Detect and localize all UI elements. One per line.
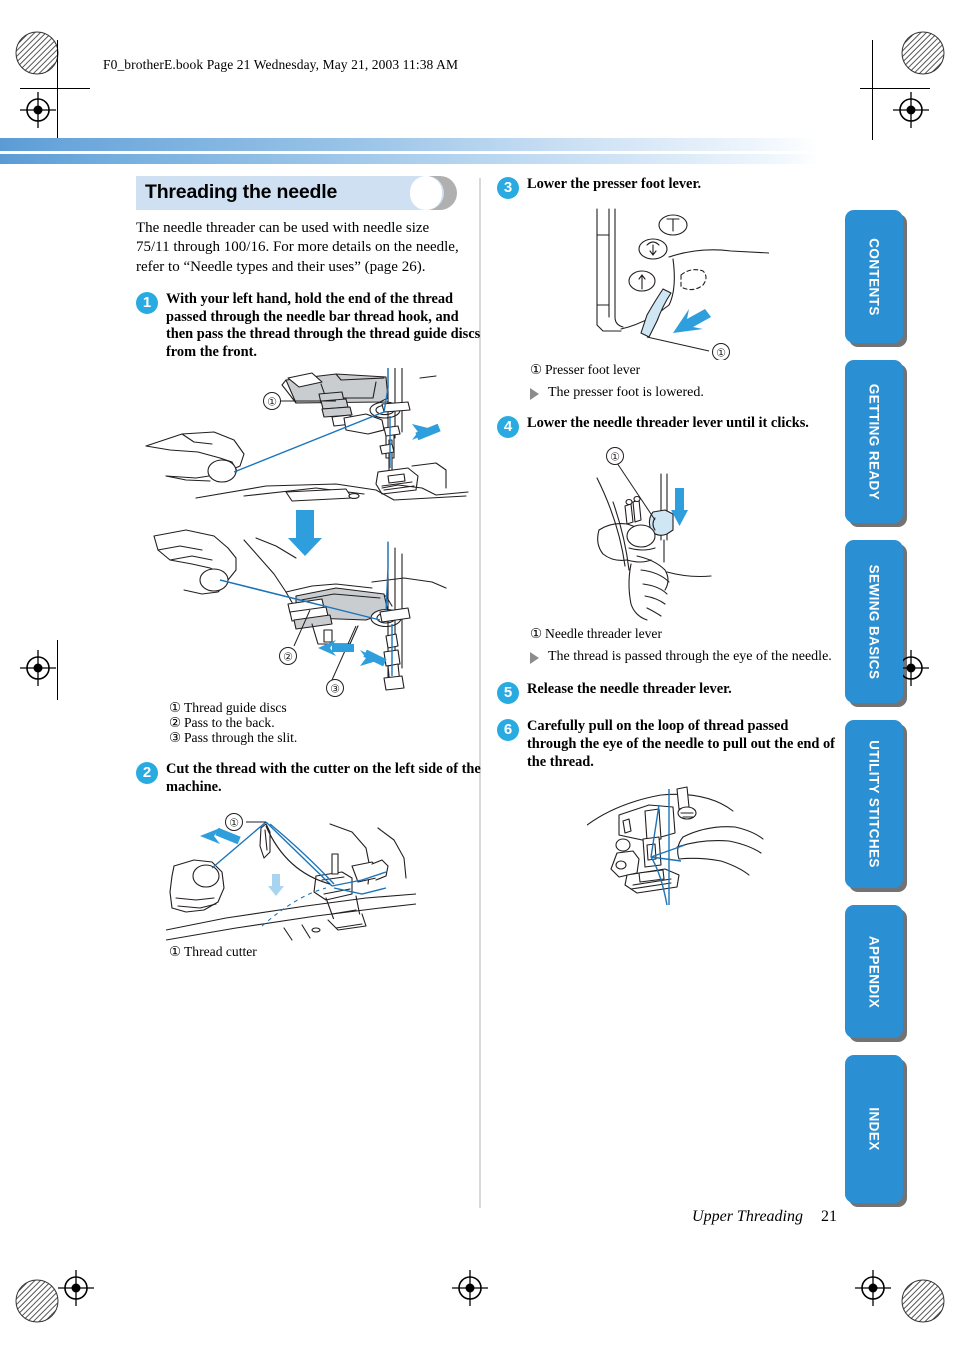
registration-mark-top-right	[900, 30, 946, 76]
caption-marker: ①	[169, 944, 182, 960]
figure-1-captions: ① Thread guide discs ② Pass to the back. ③…	[169, 700, 481, 746]
caption-line: ① Thread cutter	[169, 944, 481, 959]
caption-line: ① Presser foot lever	[530, 362, 837, 377]
step-1-text: With your left hand, hold the end of the…	[166, 291, 481, 360]
figure-marker-3: ③	[330, 683, 340, 695]
side-navigation-tabs: CONTENTS GETTING READY SEWING BASICS UTI…	[845, 210, 911, 1220]
caption-line: ② Pass to the back.	[169, 715, 481, 730]
left-column: Threading the needle The needle threader…	[136, 176, 481, 960]
registration-mark-bottom-right	[900, 1278, 946, 1324]
caption-label: Needle threader lever	[545, 626, 662, 642]
step-4-result-text: The thread is passed through the eye of …	[548, 649, 832, 665]
tab-sewing-basics-label: SEWING BASICS	[866, 564, 882, 679]
tab-utility-stitches-label: UTILITY STITCHES	[866, 740, 882, 868]
tab-utility-stitches[interactable]: UTILITY STITCHES	[845, 720, 903, 888]
crosshair-target-top-left	[20, 92, 66, 138]
step-3-result-text: The presser foot is lowered.	[548, 385, 704, 401]
caption-marker: ②	[169, 714, 182, 730]
crop-line-top-left	[20, 88, 90, 89]
crosshair-target-bottom-center	[452, 1270, 498, 1316]
tab-contents[interactable]: CONTENTS	[845, 210, 903, 343]
tab-getting-ready-label: GETTING READY	[866, 383, 882, 500]
step-5-text: Release the needle threader lever.	[527, 681, 732, 698]
step-4: 4 Lower the needle threader lever until …	[497, 415, 837, 439]
tab-index-label: INDEX	[866, 1107, 882, 1151]
figure-marker-1: ①	[267, 396, 277, 408]
step-6-number: 6	[497, 719, 519, 742]
registration-mark-bottom-left	[14, 1278, 60, 1324]
figure-presser-foot-lever: ①	[569, 205, 837, 360]
figure-2-captions: ① Thread cutter	[169, 944, 481, 959]
step-4-result: The thread is passed through the eye of …	[530, 648, 837, 665]
figure-thread-guide-discs: ① ② ③	[136, 367, 481, 698]
step-4-text: Lower the needle threader lever until it…	[527, 415, 809, 432]
section-title-white-circle	[410, 176, 442, 210]
tab-appendix[interactable]: APPENDIX	[845, 905, 903, 1038]
right-column: 3 Lower the presser foot lever. ① ① Pres…	[497, 176, 837, 906]
step-3-text: Lower the presser foot lever.	[527, 176, 702, 192]
tab-contents-label: CONTENTS	[866, 237, 882, 316]
caption-line: ① Needle threader lever	[530, 626, 837, 641]
tab-appendix-label: APPENDIX	[866, 935, 882, 1008]
step-3-result: The presser foot is lowered.	[530, 384, 837, 401]
figure-3-captions: ① Presser foot lever	[530, 362, 837, 377]
tab-index[interactable]: INDEX	[845, 1055, 903, 1203]
footer-section-name: Upper Threading	[692, 1208, 803, 1225]
book-header-line: F0_brotherE.book Page 21 Wednesday, May …	[103, 57, 459, 72]
caption-marker: ③	[169, 730, 182, 745]
tab-getting-ready[interactable]: GETTING READY	[845, 360, 903, 523]
page-footer: Upper Threading 21	[497, 1208, 837, 1226]
figure-pull-thread-loop	[587, 781, 837, 906]
figure-marker-1: ①	[229, 818, 239, 830]
step-5: 5 Release the needle threader lever.	[497, 681, 837, 705]
crosshair-target-mid-left	[20, 650, 66, 696]
step-4-number: 4	[497, 416, 519, 439]
registration-mark-top-left	[14, 30, 60, 76]
caption-marker: ①	[169, 699, 182, 715]
step-3: 3 Lower the presser foot lever.	[497, 176, 837, 199]
section-intro-text: The needle threader can be used with nee…	[136, 220, 459, 275]
figure-marker-2: ②	[283, 651, 293, 663]
step-1: 1 With your left hand, hold the end of t…	[136, 291, 481, 361]
figure-thread-cutter: ①	[166, 802, 481, 942]
crosshair-target-bottom-left	[58, 1270, 104, 1316]
figure-4-captions: ① Needle threader lever	[530, 626, 837, 641]
crop-line-left-mid	[57, 640, 58, 700]
caption-line: ① Thread guide discs	[169, 700, 481, 715]
crop-line-left	[57, 40, 58, 140]
figure-marker-1: ①	[610, 452, 620, 464]
result-triangle-icon	[530, 652, 539, 665]
caption-line: ③ Pass through the slit.	[169, 730, 481, 745]
crosshair-target-top-right	[893, 92, 939, 138]
step-2-number: 2	[136, 762, 158, 785]
crop-line-top-right	[860, 88, 930, 89]
figure-needle-threader-lever: ①	[569, 444, 837, 624]
caption-label: Pass through the slit.	[184, 730, 298, 745]
caption-label: Presser foot lever	[545, 362, 641, 377]
step-5-number: 5	[497, 682, 519, 705]
step-2-text: Cut the thread with the cutter on the le…	[166, 761, 481, 795]
step-3-number: 3	[497, 177, 519, 199]
crop-line-right	[872, 40, 873, 140]
step-6-text: Carefully pull on the loop of thread pas…	[527, 718, 835, 770]
section-title-text: Threading the needle	[145, 181, 338, 203]
caption-marker: ①	[530, 626, 543, 642]
result-triangle-icon	[530, 388, 539, 401]
footer-page-number: 21	[821, 1208, 837, 1225]
step-1-number: 1	[136, 292, 158, 315]
step-2: 2 Cut the thread with the cutter on the …	[136, 761, 481, 796]
crosshair-target-bottom-right	[855, 1270, 901, 1316]
caption-label: Pass to the back.	[184, 714, 275, 730]
figure-marker-1: ①	[716, 348, 726, 360]
section-title-banner: Threading the needle	[136, 176, 481, 210]
header-gradient-bar-upper	[0, 138, 820, 151]
caption-label: Thread guide discs	[184, 699, 287, 715]
caption-marker: ①	[530, 362, 543, 377]
caption-label: Thread cutter	[184, 944, 257, 960]
tab-sewing-basics[interactable]: SEWING BASICS	[845, 540, 903, 703]
header-gradient-bar-lower	[0, 154, 820, 164]
step-6: 6 Carefully pull on the loop of thread p…	[497, 718, 837, 771]
